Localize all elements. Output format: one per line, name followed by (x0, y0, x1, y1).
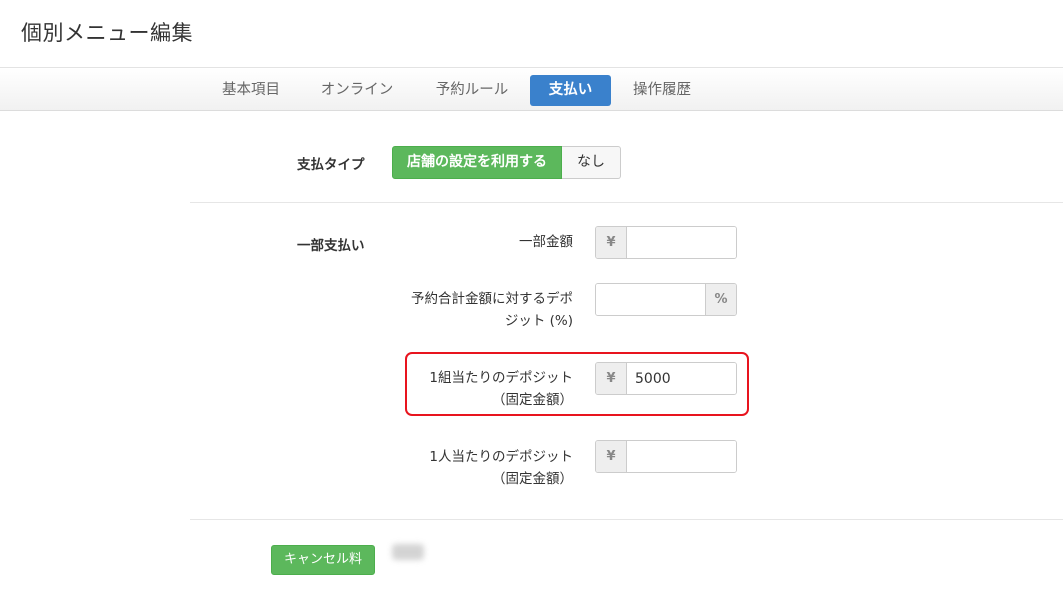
divider (190, 202, 1063, 203)
payment-type-label: 支払タイプ (297, 157, 365, 173)
deposit-per-person-label-line2: （固定金額） (492, 471, 573, 487)
deposit-percent-label-line2: ジット (%) (504, 313, 573, 329)
deposit-per-group-label: 1組当たりのデポジット （固定金額） (343, 367, 573, 411)
deposit-percent-label-line1: 予約合計金額に対するデポ (411, 291, 573, 307)
deposit-per-person-group: ¥ (595, 440, 737, 473)
yen-addon: ¥ (596, 227, 627, 258)
deposit-per-group-label-line2: （固定金額） (492, 392, 573, 408)
deposit-per-person-label-line1: 1人当たりのデポジット (429, 449, 573, 465)
divider (190, 519, 1063, 520)
tab-basic-items[interactable]: 基本項目 (210, 75, 292, 106)
blurred-text (392, 544, 424, 560)
tab-operation-history[interactable]: 操作履歴 (621, 75, 703, 106)
tab-payment[interactable]: 支払い (530, 75, 611, 106)
payment-type-toggle: 店舗の設定を利用する なし (392, 146, 621, 179)
none-button[interactable]: なし (562, 146, 621, 179)
deposit-per-person-label: 1人当たりのデポジット （固定金額） (343, 446, 573, 490)
cancel-fee-button[interactable]: キャンセル料 (271, 545, 375, 575)
yen-addon: ¥ (596, 363, 627, 394)
percent-addon: % (705, 284, 736, 315)
tab-reservation-rules[interactable]: 予約ルール (423, 75, 521, 106)
deposit-per-person-input[interactable] (627, 441, 736, 472)
yen-addon: ¥ (596, 441, 627, 472)
deposit-percent-label: 予約合計金額に対するデポ ジット (%) (343, 288, 573, 332)
page-title: 個別メニュー編集 (21, 21, 193, 45)
deposit-percent-input[interactable] (596, 284, 705, 315)
partial-amount-input[interactable] (627, 227, 736, 258)
tab-online[interactable]: オンライン (308, 75, 406, 106)
deposit-per-group-group: ¥ (595, 362, 737, 395)
partial-amount-label: 一部金額 (343, 231, 573, 253)
use-store-settings-button[interactable]: 店舗の設定を利用する (392, 146, 562, 179)
deposit-per-group-label-line1: 1組当たりのデポジット (429, 370, 573, 386)
deposit-percent-group: % (595, 283, 737, 316)
partial-amount-label-text: 一部金額 (519, 234, 573, 250)
deposit-per-group-input[interactable] (627, 363, 736, 394)
tab-bar: 基本項目 オンライン 予約ルール 支払い 操作履歴 (0, 67, 1063, 111)
partial-amount-group: ¥ (595, 226, 737, 259)
